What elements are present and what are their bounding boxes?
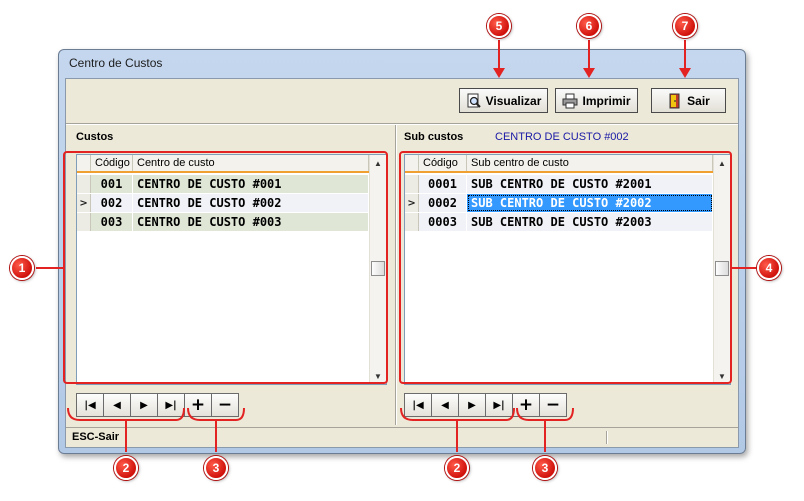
annotation-box-1 bbox=[63, 151, 388, 384]
annotation-marker: 2 bbox=[114, 456, 138, 480]
last-record-button[interactable]: ▶| bbox=[157, 393, 185, 417]
current-centro-label: CENTRO DE CUSTO #002 bbox=[495, 131, 629, 143]
sair-label: Sair bbox=[687, 93, 710, 108]
imprimir-button[interactable]: Imprimir bbox=[555, 88, 638, 113]
magnifier-document-icon bbox=[467, 93, 481, 108]
remove-record-button[interactable]: − bbox=[211, 393, 239, 417]
custos-navigator: |◀ ◀ ▶ ▶| + − bbox=[76, 393, 239, 417]
last-record-button[interactable]: ▶| bbox=[485, 393, 513, 417]
annotation-marker: 1 bbox=[10, 256, 34, 280]
visualizar-button[interactable]: Visualizar bbox=[459, 88, 548, 113]
remove-record-button[interactable]: − bbox=[539, 393, 567, 417]
sair-button[interactable]: Sair bbox=[651, 88, 726, 113]
next-record-button[interactable]: ▶ bbox=[458, 393, 486, 417]
status-text: ESC-Sair bbox=[72, 431, 120, 443]
imprimir-label: Imprimir bbox=[582, 93, 631, 108]
custos-title: Custos bbox=[76, 131, 114, 143]
printer-icon bbox=[562, 93, 578, 108]
annotation-marker: 2 bbox=[445, 456, 469, 480]
annotation-marker: 6 bbox=[577, 14, 601, 38]
first-record-button[interactable]: |◀ bbox=[76, 393, 104, 417]
exit-door-icon bbox=[669, 93, 680, 108]
subcustos-navigator: |◀ ◀ ▶ ▶| + − bbox=[404, 393, 567, 417]
annotation-marker: 3 bbox=[533, 456, 557, 480]
first-record-button[interactable]: |◀ bbox=[404, 393, 432, 417]
status-bar: ESC-Sair bbox=[66, 427, 738, 447]
status-divider bbox=[606, 431, 608, 444]
annotation-marker: 5 bbox=[487, 14, 511, 38]
window-title: Centro de Custos bbox=[69, 56, 163, 70]
add-record-button[interactable]: + bbox=[512, 393, 540, 417]
panel-divider bbox=[395, 125, 397, 425]
annotation-box-4 bbox=[399, 151, 732, 384]
prev-record-button[interactable]: ◀ bbox=[103, 393, 131, 417]
annotation-marker: 7 bbox=[673, 14, 697, 38]
add-record-button[interactable]: + bbox=[184, 393, 212, 417]
toolbar-separator bbox=[66, 123, 738, 125]
annotation-marker: 4 bbox=[757, 256, 781, 280]
next-record-button[interactable]: ▶ bbox=[130, 393, 158, 417]
prev-record-button[interactable]: ◀ bbox=[431, 393, 459, 417]
annotation-marker: 3 bbox=[204, 456, 228, 480]
subcustos-title: Sub custos bbox=[404, 131, 464, 143]
visualizar-label: Visualizar bbox=[485, 93, 542, 108]
